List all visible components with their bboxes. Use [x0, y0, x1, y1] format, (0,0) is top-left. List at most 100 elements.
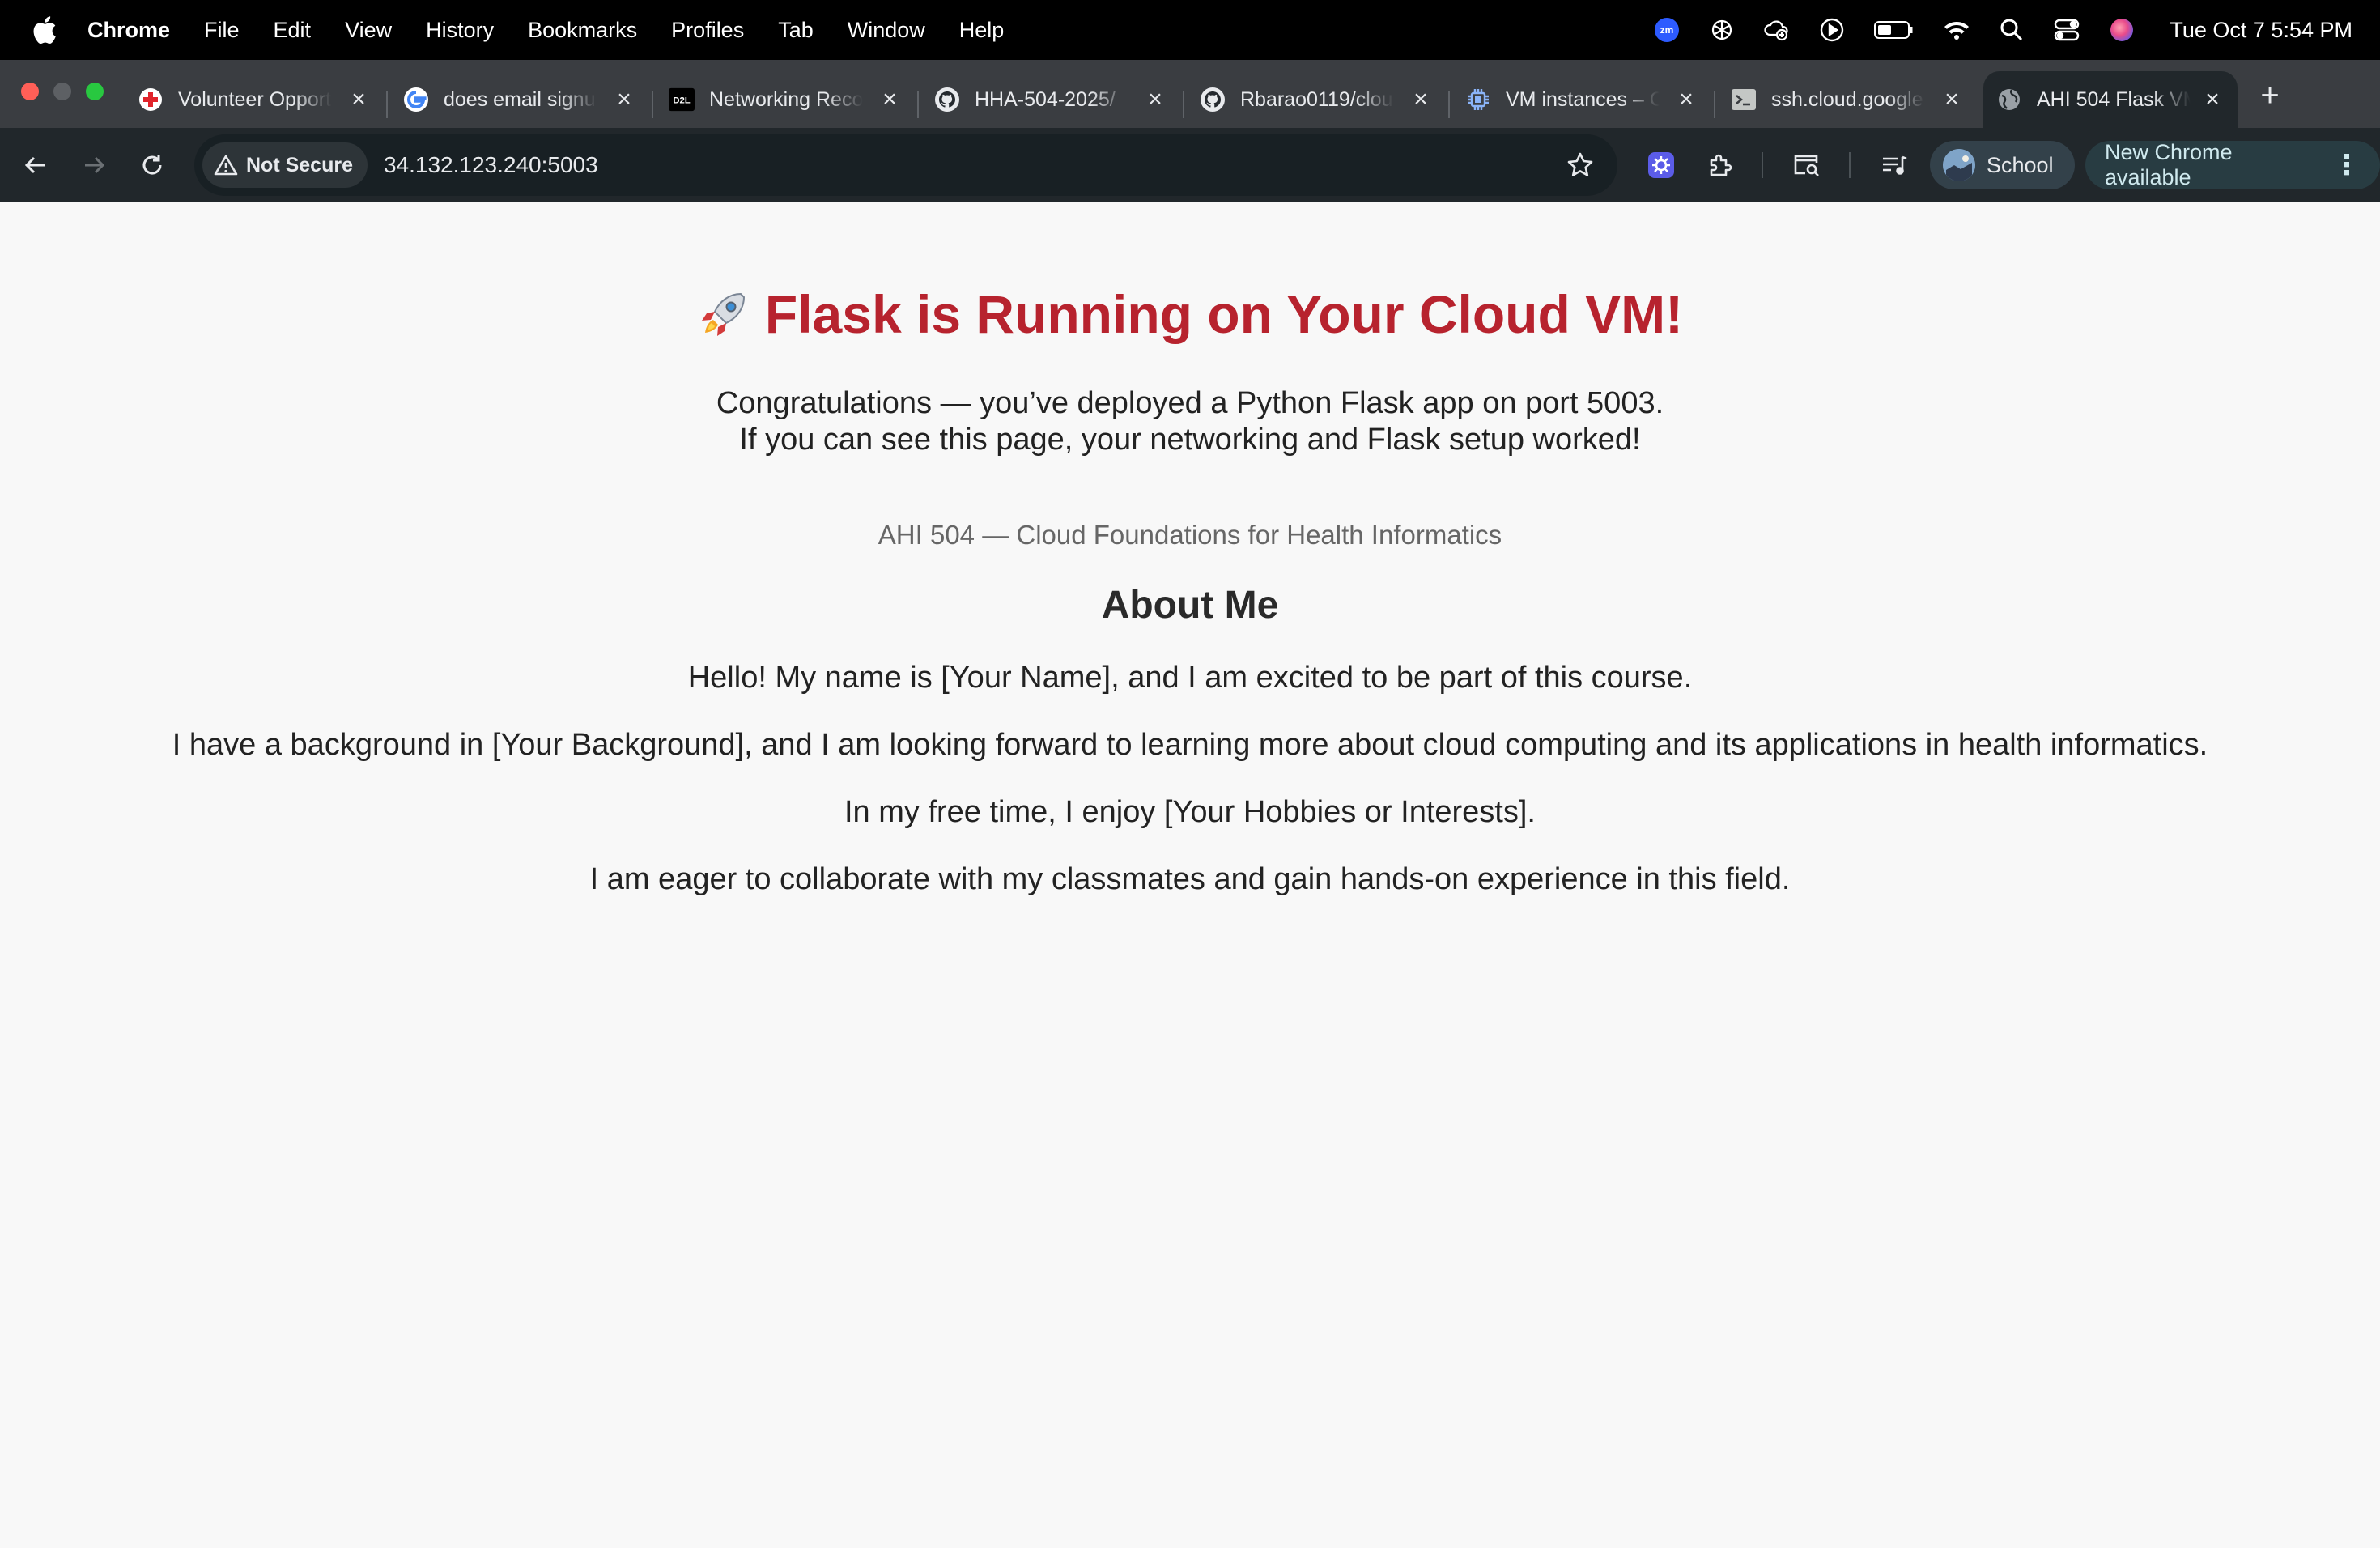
toolbar-divider [1849, 152, 1851, 178]
rocket-icon [701, 292, 745, 336]
browser-tab[interactable]: Rbarao0119/cloud × [1187, 71, 1446, 128]
menu-bookmarks[interactable]: Bookmarks [528, 18, 637, 43]
menu-history[interactable]: History [426, 18, 494, 43]
menu-tab[interactable]: Tab [778, 18, 814, 43]
svg-text:zm: zm [1660, 24, 1674, 36]
about-paragraph: I have a background in [Your Background]… [172, 728, 2208, 762]
zoom-window-button[interactable] [86, 83, 104, 100]
web-page-content: Flask is Running on Your Cloud VM! Congr… [0, 202, 2380, 1548]
siri-icon[interactable] [2108, 16, 2136, 44]
close-tab-icon[interactable]: × [1141, 86, 1169, 113]
browser-toolbar: Not Secure 34.132.123.240:5003 School Ne… [0, 128, 2380, 202]
github-icon [934, 87, 960, 113]
menu-file[interactable]: File [204, 18, 240, 43]
congrats-line: If you can see this page, your networkin… [739, 423, 1641, 457]
browser-tab[interactable]: Volunteer Opportunities × [125, 71, 384, 128]
close-tab-icon[interactable]: × [1407, 86, 1434, 113]
macos-menu-bar: Chrome File Edit View History Bookmarks … [0, 0, 2380, 60]
minimize-window-button[interactable] [53, 83, 71, 100]
chrome-update-button[interactable]: New Chrome available ⋮ [2085, 140, 2380, 189]
tab-separator [652, 91, 653, 118]
zoom-icon[interactable]: zm [1653, 16, 1681, 44]
course-subtitle: AHI 504 — Cloud Foundations for Health I… [878, 520, 1502, 550]
congratulations-message: Congratulations — you’ve deployed a Pyth… [0, 385, 2380, 458]
avatar [1943, 149, 1975, 181]
close-tab-icon[interactable]: × [1672, 86, 1700, 113]
compute-chip-icon [1465, 87, 1491, 113]
control-center-icon[interactable] [2053, 16, 2080, 44]
browser-tab[interactable]: HHA-504-2025/ × [921, 71, 1180, 128]
search-tabs-icon[interactable] [1787, 146, 1826, 185]
menu-profiles[interactable]: Profiles [671, 18, 744, 43]
extension-gear-icon[interactable] [1642, 146, 1681, 185]
tab-title: HHA-504-2025/ [975, 87, 1116, 111]
warning-triangle-icon [214, 155, 238, 176]
close-tab-icon[interactable]: × [876, 86, 903, 113]
close-tab-icon[interactable]: × [610, 86, 638, 113]
reload-icon[interactable] [133, 146, 172, 185]
terminal-icon [1731, 87, 1757, 113]
congrats-line: Congratulations — you’ve deployed a Pyth… [716, 386, 1664, 420]
page-title: Flask is Running on Your Cloud VM! [764, 284, 1684, 344]
close-window-button[interactable] [21, 83, 39, 100]
tab-title: ssh.cloud.google.com [1771, 87, 1925, 111]
back-arrow-icon[interactable] [16, 146, 55, 185]
browser-tab[interactable]: D2L Networking Recording × [656, 71, 915, 128]
more-options-icon[interactable]: ⋮ [2333, 149, 2361, 181]
tab-title: AHI 504 Flask VM [2037, 87, 2191, 111]
forward-arrow-icon[interactable] [74, 146, 113, 185]
site-security-chip[interactable]: Not Secure [202, 142, 368, 188]
browser-tab[interactable]: does email signup × [390, 71, 649, 128]
menu-window[interactable]: Window [848, 18, 925, 43]
tab-title: does email signup [444, 87, 597, 111]
profile-button[interactable]: School [1930, 141, 2075, 189]
bookmark-star-icon[interactable] [1566, 151, 1595, 180]
window-controls [21, 83, 104, 100]
tab-title: Rbarao0119/cloud [1240, 87, 1394, 111]
google-icon [403, 87, 429, 113]
about-paragraph: I am eager to collaborate with my classm… [589, 862, 1791, 896]
menu-view[interactable]: View [345, 18, 392, 43]
new-tab-button[interactable]: + [2252, 78, 2288, 113]
red-cross-icon [138, 87, 164, 113]
page-title-row: Flask is Running on Your Cloud VM! [0, 283, 2380, 345]
tab-separator [917, 91, 919, 118]
chatgpt-icon[interactable] [1708, 16, 1736, 44]
wifi-icon[interactable] [1943, 16, 1970, 44]
menu-bar-tray: zm Tue Oct 7 5:54 PM [1653, 0, 2352, 60]
security-label: Not Secure [246, 153, 353, 176]
url-text[interactable]: 34.132.123.240:5003 [384, 152, 598, 178]
menu-edit[interactable]: Edit [274, 18, 312, 43]
tab-separator [1448, 91, 1450, 118]
tab-separator [386, 91, 388, 118]
extensions-puzzle-icon[interactable] [1702, 146, 1740, 185]
about-paragraph: Hello! My name is [Your Name], and I am … [687, 661, 1693, 695]
svg-text:D2L: D2L [673, 96, 690, 106]
spotlight-search-icon[interactable] [1998, 16, 2025, 44]
browser-tab-strip: Volunteer Opportunities × does email sig… [0, 60, 2380, 128]
browser-tab[interactable]: VM instances – Compute × [1452, 71, 1711, 128]
update-label: New Chrome available [2105, 140, 2233, 189]
tab-title: VM instances – Compute [1506, 87, 1660, 111]
tab-title: Networking Recording [709, 87, 863, 111]
globe-icon [1996, 87, 2022, 113]
close-tab-icon[interactable]: × [345, 86, 372, 113]
github-icon [1200, 87, 1226, 113]
menu-app-chrome[interactable]: Chrome [87, 18, 170, 43]
close-tab-icon[interactable]: × [1938, 86, 1966, 113]
menu-help[interactable]: Help [959, 18, 1005, 43]
battery-icon[interactable] [1873, 16, 1915, 44]
apple-logo-icon[interactable] [32, 15, 57, 45]
address-bar[interactable]: Not Secure 34.132.123.240:5003 [194, 134, 1617, 196]
drive-sync-icon[interactable] [1763, 16, 1791, 44]
play-icon[interactable] [1818, 16, 1846, 44]
about-paragraph: In my free time, I enjoy [Your Hobbies o… [844, 795, 1536, 829]
close-tab-icon[interactable]: × [2199, 86, 2226, 113]
menu-bar-clock[interactable]: Tue Oct 7 5:54 PM [2170, 18, 2352, 43]
about-me-heading: About Me [1101, 584, 1279, 627]
browser-tab-active[interactable]: AHI 504 Flask VM × [1983, 71, 2238, 128]
browser-tab[interactable]: ssh.cloud.google.com × [1718, 71, 1977, 128]
profile-label: School [1987, 152, 2054, 177]
media-controls-icon[interactable] [1875, 146, 1914, 185]
d2l-icon: D2L [669, 87, 695, 113]
